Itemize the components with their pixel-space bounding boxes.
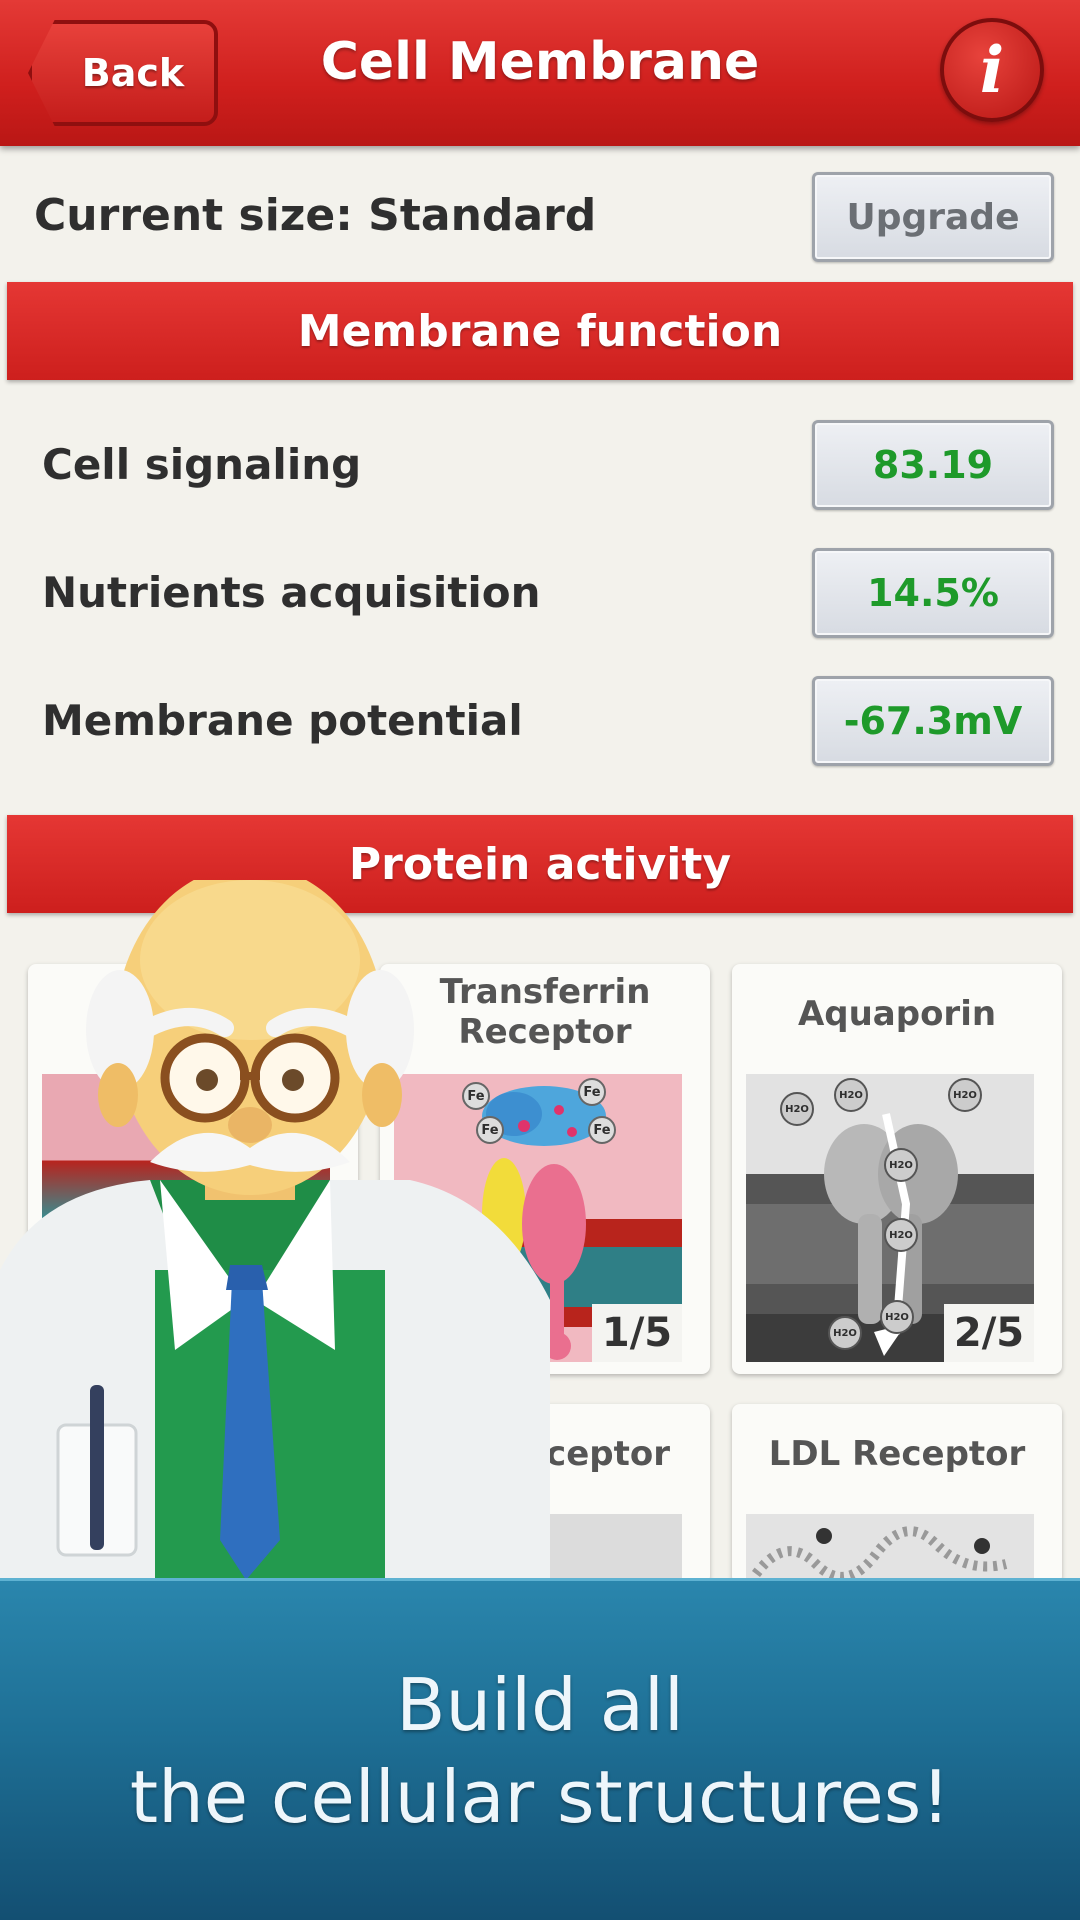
card-title: LDL Receptor bbox=[768, 1434, 1026, 1474]
current-size-label: Current size: Standard bbox=[34, 190, 597, 241]
upgrade-button[interactable]: Upgrade bbox=[812, 172, 1054, 262]
info-button[interactable]: i bbox=[940, 18, 1044, 122]
scientist-mascot bbox=[0, 865, 560, 1580]
stat-value-nutrients-acquisition: 14.5% bbox=[812, 548, 1054, 638]
ldl-receptor-image bbox=[746, 1514, 1034, 1584]
water-molecule-label: H2O bbox=[884, 1218, 918, 1252]
promo-line2: the cellular structures! bbox=[129, 1754, 951, 1839]
water-molecule-label: H2O bbox=[828, 1316, 862, 1350]
stat-label-nutrients-acquisition: Nutrients acquisition bbox=[42, 568, 541, 617]
promo-banner: Build all the cellular structures! bbox=[0, 1578, 1080, 1920]
back-button[interactable]: Back bbox=[28, 20, 218, 126]
top-bar: Back Cell Membrane i bbox=[0, 0, 1080, 146]
water-molecule-label: H2O bbox=[884, 1148, 918, 1182]
card-title: Aquaporin bbox=[797, 994, 997, 1034]
back-button-label: Back bbox=[81, 51, 185, 95]
card-count: 2/5 bbox=[944, 1304, 1034, 1362]
water-molecule-label: H2O bbox=[948, 1078, 982, 1112]
stat-label-membrane-potential: Membrane potential bbox=[42, 696, 523, 745]
water-molecule-label: H2O bbox=[780, 1092, 814, 1126]
water-molecule-label: H2O bbox=[880, 1300, 914, 1334]
card-count: 1/5 bbox=[592, 1304, 682, 1362]
protein-card-ldl-receptor[interactable]: LDL Receptor bbox=[732, 1404, 1062, 1584]
page-title: Cell Membrane bbox=[320, 32, 760, 92]
iron-atom-label: Fe bbox=[578, 1078, 606, 1106]
iron-atom-label: Fe bbox=[588, 1116, 616, 1144]
promo-line1: Build all bbox=[396, 1662, 684, 1747]
water-molecule-label: H2O bbox=[834, 1078, 868, 1112]
info-icon: i bbox=[979, 32, 1005, 108]
stat-value-cell-signaling: 83.19 bbox=[812, 420, 1054, 510]
stat-label-cell-signaling: Cell signaling bbox=[42, 440, 362, 489]
stat-value-membrane-potential: -67.3mV bbox=[812, 676, 1054, 766]
protein-card-aquaporin[interactable]: Aquaporin H2O H2O H2O H2O H2O H2O H2O 2/… bbox=[732, 964, 1062, 1374]
membrane-function-heading: Membrane function bbox=[7, 282, 1073, 380]
aquaporin-image: H2O H2O H2O H2O H2O H2O H2O 2/5 bbox=[746, 1074, 1034, 1362]
